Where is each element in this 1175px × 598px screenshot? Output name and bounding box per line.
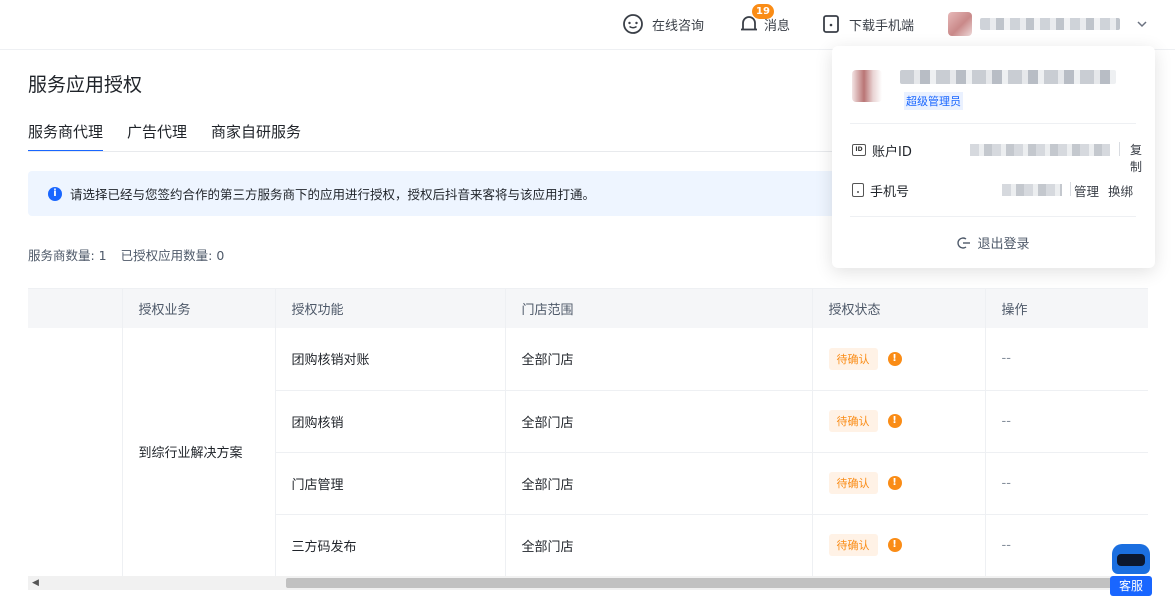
table-header-row: 授权业务 授权功能 门店范围 授权状态 操作: [28, 289, 1148, 328]
user-account-dropdown: 超级管理员 ID 账户ID 复制 手机号 管理 换绑 退出登录: [832, 46, 1155, 268]
copy-id-button[interactable]: 复制: [1130, 141, 1142, 175]
status-cell: 待确认 !: [812, 328, 986, 391]
status-cell: 待确认 !: [812, 452, 986, 515]
phone-icon: [852, 183, 864, 197]
tab-service-provider-agent[interactable]: 服务商代理: [28, 121, 104, 152]
info-icon: i: [48, 186, 62, 201]
status-badge: 待确认: [828, 347, 878, 370]
user-name-redacted: [980, 18, 1120, 30]
download-app-button[interactable]: 下载手机端: [821, 0, 914, 48]
business-cell: 到综行业解决方案: [122, 328, 276, 577]
action-cell: --: [985, 328, 1148, 391]
messages-button[interactable]: 19 消息: [738, 0, 790, 48]
status-cell: 待确认 !: [812, 514, 986, 577]
account-id-label: 账户ID: [872, 144, 912, 160]
authorization-table: 授权业务 授权功能 门店范围 授权状态 操作 到综行业解决方案 团购核销对账 全…: [28, 288, 1148, 578]
empty-cell: [28, 328, 123, 577]
chat-bubble-icon: [623, 14, 643, 34]
divider: [1070, 182, 1071, 196]
top-bar: 在线咨询 19 消息 下载手机端: [0, 0, 1175, 50]
notice-text: 请选择已经与您签约合作的第三方服务商下的应用进行授权，授权后抖音来客将与该应用打…: [70, 187, 596, 202]
warning-icon[interactable]: !: [887, 476, 902, 490]
column-header-business: 授权业务: [122, 289, 276, 328]
robot-visor: [1117, 554, 1145, 566]
function-cell: 团购核销对账: [275, 328, 506, 391]
warning-icon[interactable]: !: [887, 351, 902, 366]
phone-label: 手机号: [870, 184, 910, 200]
column-header-store-scope: 门店范围: [505, 289, 813, 328]
logout-icon: [957, 236, 971, 249]
scope-cell: 全部门店: [505, 514, 813, 577]
online-consult-button[interactable]: 在线咨询: [622, 0, 704, 48]
avatar: [948, 12, 972, 36]
status-badge: 待确认: [828, 534, 878, 556]
customer-service-label: 客服: [1110, 576, 1152, 596]
message-count-badge: 19: [752, 4, 774, 19]
function-cell: 三方码发布: [275, 514, 506, 577]
tab-merchant-self-service[interactable]: 商家自研服务: [211, 121, 301, 152]
divider: [1119, 142, 1120, 156]
provider-count: 服务商数量: 1: [28, 248, 107, 263]
status-cell: 待确认 !: [812, 390, 986, 453]
logout-button[interactable]: 退出登录: [832, 233, 1155, 252]
download-app-label: 下载手机端: [849, 18, 915, 34]
scope-cell: 全部门店: [505, 328, 813, 391]
status-badge: 待确认: [828, 472, 878, 494]
phone-value-redacted: [1002, 184, 1062, 196]
status-badge: 待确认: [828, 410, 878, 432]
divider: [850, 123, 1136, 124]
account-id-value-redacted: [970, 144, 1110, 156]
user-name-redacted: [900, 70, 1116, 84]
scroll-left-arrow-icon[interactable]: ◀: [32, 578, 39, 588]
customer-service-button[interactable]: 客服: [1108, 540, 1154, 598]
divider: [850, 216, 1136, 217]
column-header-empty: [28, 289, 123, 328]
column-header-status: 授权状态: [812, 289, 986, 328]
logout-label: 退出登录: [977, 237, 1030, 252]
online-consult-label: 在线咨询: [652, 18, 705, 34]
scope-cell: 全部门店: [505, 452, 813, 515]
scope-cell: 全部门店: [505, 390, 813, 453]
phone-row: 手机号 管理 换绑: [852, 180, 1136, 200]
column-header-action: 操作: [985, 289, 1148, 328]
page-title: 服务应用授权: [28, 74, 143, 96]
table-row: 到综行业解决方案 团购核销对账 全部门店 待确认 ! --: [28, 328, 1148, 577]
manage-phone-button[interactable]: 管理: [1074, 181, 1099, 200]
warning-icon[interactable]: !: [887, 414, 902, 428]
function-cell: 团购核销: [275, 390, 506, 453]
avatar: [852, 70, 882, 102]
id-card-icon: ID: [852, 144, 866, 156]
stats-bar: 服务商数量: 1 已授权应用数量: 0: [28, 245, 224, 264]
rebind-phone-button[interactable]: 换绑: [1108, 181, 1133, 200]
warning-icon[interactable]: !: [887, 538, 902, 552]
bell-icon-wrap: 19: [738, 0, 774, 48]
role-badge: 超级管理员: [904, 92, 963, 110]
tab-ad-agent[interactable]: 广告代理: [127, 121, 187, 152]
column-header-function: 授权功能: [275, 289, 506, 328]
function-cell: 门店管理: [275, 452, 506, 515]
action-cell: --: [985, 452, 1148, 515]
phone-icon: [823, 15, 839, 33]
scrollbar-thumb[interactable]: [286, 578, 1136, 588]
action-cell: --: [985, 390, 1148, 453]
authorized-app-count: 已授权应用数量: 0: [120, 248, 225, 263]
account-id-row: ID 账户ID 复制: [852, 140, 1142, 174]
tab-bar: 服务商代理 广告代理 商家自研服务: [28, 121, 301, 152]
user-menu-trigger[interactable]: [948, 0, 1148, 48]
chevron-down-icon: [1137, 21, 1147, 28]
horizontal-scrollbar[interactable]: ◀: [28, 576, 1148, 590]
